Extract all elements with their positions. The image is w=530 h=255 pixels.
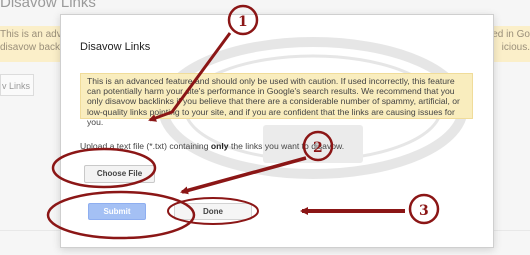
choose-file-button[interactable]: Choose File (84, 165, 155, 183)
disavow-dialog: Disavow Links This is an advanced featur… (60, 14, 494, 248)
submit-button[interactable]: Submit (88, 203, 146, 220)
done-button[interactable]: Done (174, 203, 252, 220)
dialog-title: Disavow Links (80, 41, 151, 53)
warning-message: This is an advanced feature and should o… (80, 73, 473, 127)
background-banner-text-right: ed in Go icious. (492, 29, 530, 53)
background-disavow-button[interactable]: v Links (0, 74, 34, 96)
upload-instructions: Upload a text file (*.txt) containing on… (80, 141, 345, 151)
background-page-title: Disavow Links (0, 0, 96, 11)
